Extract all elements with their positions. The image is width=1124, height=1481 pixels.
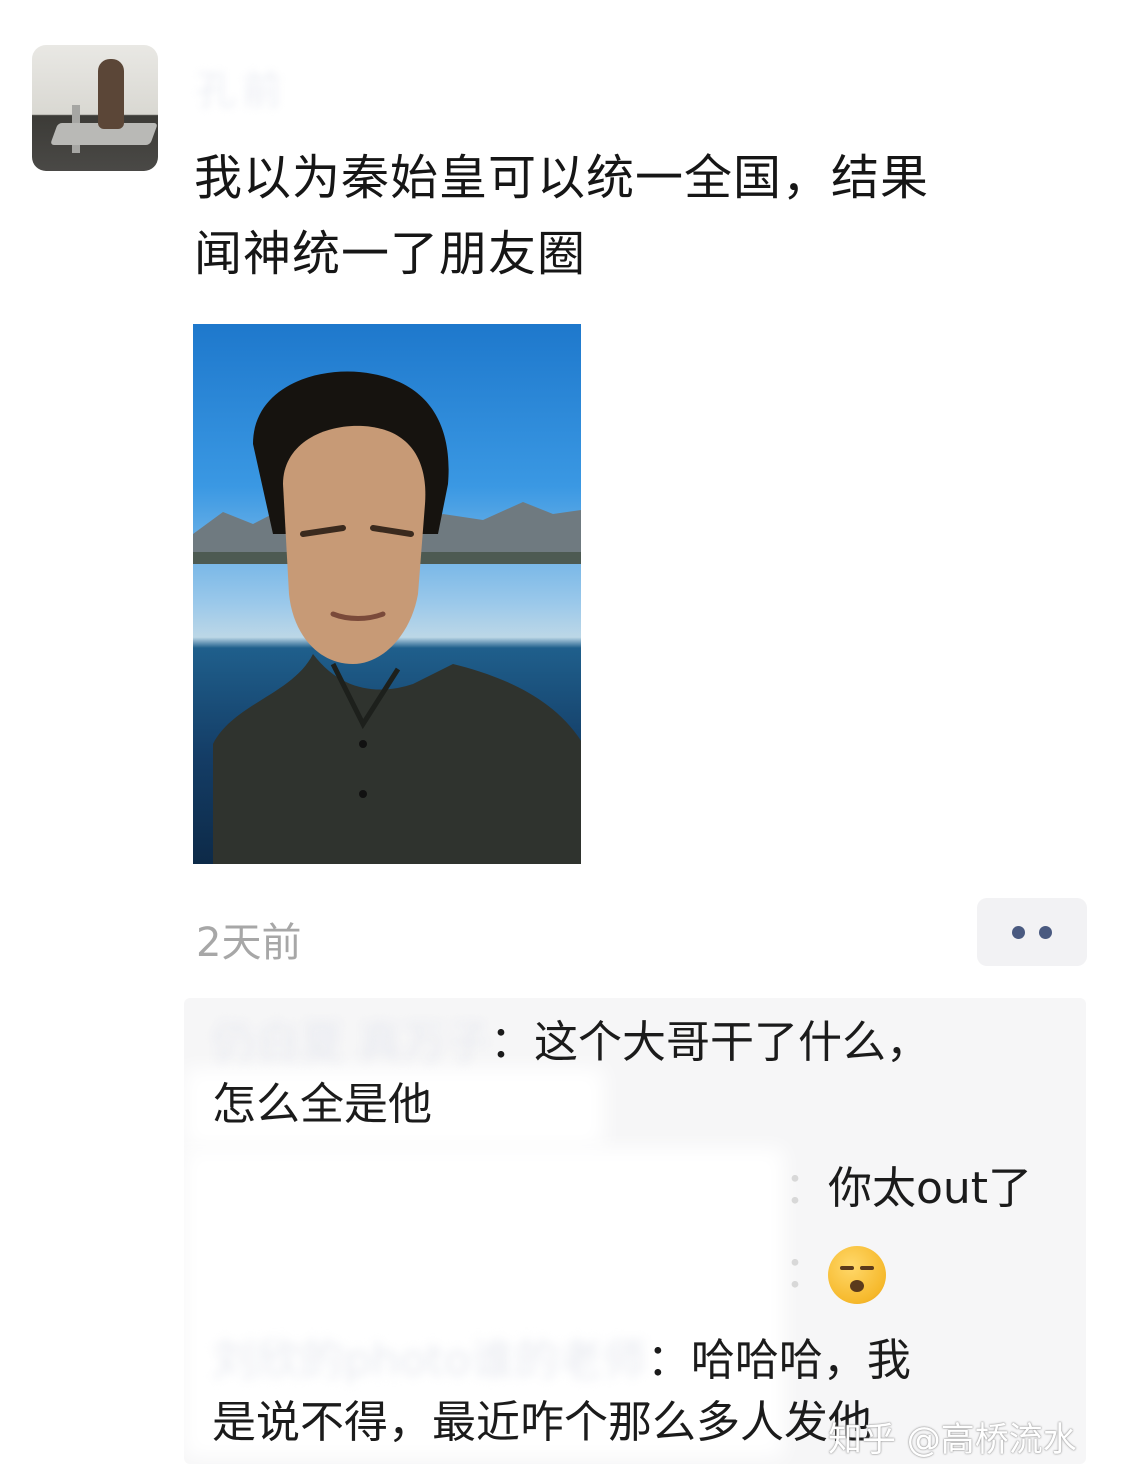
kiss-face-icon — [828, 1246, 886, 1304]
post-text-line-2: 闻神统一了朋友圈 — [194, 226, 587, 282]
ellipsis-icon — [1039, 925, 1052, 939]
avatar[interactable] — [32, 45, 158, 171]
comment-item[interactable]: ：你太out了 — [784, 1158, 1032, 1220]
comment-colon: ： — [490, 1017, 534, 1068]
post-photo[interactable] — [193, 324, 581, 864]
post-timestamp: 2天前 — [196, 920, 302, 966]
comment-text: 你太out了 — [828, 1163, 1033, 1214]
comment-text: 哈哈哈，我 — [690, 1335, 911, 1386]
comments-panel: 仍白夏 真万子：这个大哥干了什么， 怎么全是他 ：你太out了 ： 刘欣的pho… — [184, 998, 1086, 1464]
commenter-name[interactable]: 刘欣的photo谁的老师 — [212, 1335, 647, 1386]
comment-item[interactable]: ： — [784, 1242, 886, 1304]
person-selfie — [213, 371, 581, 864]
post-text-line-1: 我以为秦始皇可以统一全国，结果 — [194, 150, 930, 206]
watermark: 知乎 @高桥流水 — [828, 1420, 1077, 1460]
commenter-name[interactable]: 仍白夏 真万子 — [212, 1017, 490, 1068]
comment-colon: ： — [784, 1247, 828, 1298]
comment-item[interactable]: 仍白夏 真万子：这个大哥干了什么， 怎么全是他 — [212, 1012, 1072, 1136]
comment-text: 这个大哥干了什么， — [534, 1017, 930, 1068]
comment-text: 是说不得，最近咋个那么多人发他 — [212, 1397, 872, 1448]
person-figure — [98, 59, 124, 129]
author-name[interactable]: 孔前 — [196, 58, 288, 116]
comment-colon: ： — [784, 1163, 828, 1214]
comment-text: 怎么全是他 — [212, 1079, 432, 1130]
more-actions-button[interactable] — [977, 898, 1087, 966]
post-text: 我以为秦始皇可以统一全国，结果 闻神统一了朋友圈 — [194, 140, 1094, 292]
comment-colon: ： — [646, 1335, 691, 1386]
ellipsis-icon — [1012, 925, 1025, 939]
